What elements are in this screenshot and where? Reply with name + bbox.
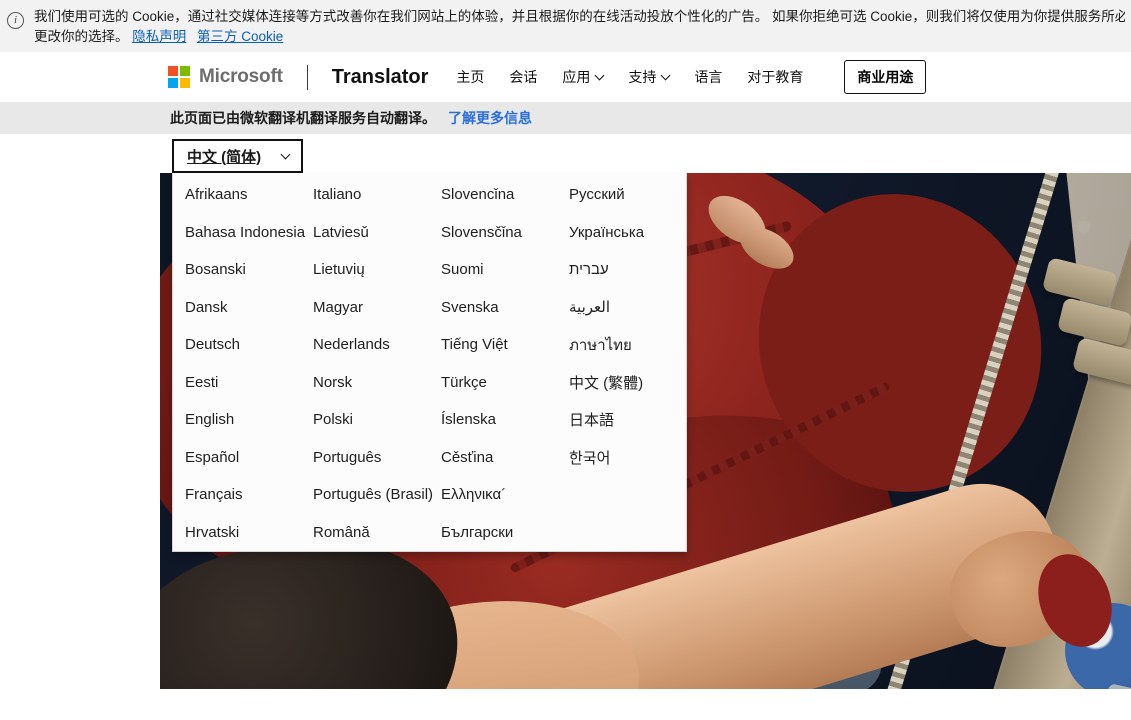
language-option[interactable]: Українська (557, 214, 685, 252)
language-option[interactable]: Nederlands (301, 326, 429, 364)
language-option[interactable]: Íslenska (429, 401, 557, 439)
chevron-down-icon (661, 71, 671, 81)
machine-translation-notice: 此页面已由微软翻译机翻译服务自动翻译。 了解更多信息 (0, 102, 1131, 134)
language-option[interactable]: Suomi (429, 251, 557, 289)
microsoft-wordmark: Microsoft (199, 66, 283, 88)
language-option[interactable]: Polski (301, 401, 429, 439)
nav-item-for-education[interactable]: 对于教育 (747, 67, 803, 87)
language-option[interactable]: Slovensčǐna (429, 214, 557, 252)
language-option[interactable]: English (173, 401, 301, 439)
language-option[interactable]: Dansk (173, 289, 301, 327)
hero-image: AfrikaansBahasa IndonesiaBosanskiDanskDe… (160, 173, 1131, 689)
info-icon: i (7, 12, 24, 29)
notice-text: 此页面已由微软翻译机翻译服务自动翻译。 (170, 108, 436, 128)
language-option[interactable]: Português (Brasil) (301, 476, 429, 514)
logo-square-green (180, 66, 190, 76)
logo-square-yellow (180, 78, 190, 88)
language-option[interactable]: Italiano (301, 176, 429, 214)
language-column-2: ItalianoLatviesǔLietuviųMagyarNederlands… (301, 176, 429, 551)
selected-language-label: 中文 (简体) (187, 146, 261, 167)
language-option[interactable]: Slovencǐna (429, 176, 557, 214)
language-option[interactable]: Română (301, 514, 429, 552)
nav-item-languages[interactable]: 语言 (694, 67, 722, 87)
microsoft-logo-icon (168, 66, 190, 88)
language-option[interactable]: Norsk (301, 364, 429, 402)
cookie-message-line1: 我们使用可选的 Cookie，通过社交媒体连接等方式改善你在我们网站上的体验，并… (34, 7, 1125, 27)
language-option[interactable]: 中文 (繁體) (557, 364, 685, 402)
language-selector-dropdown[interactable]: 中文 (简体) (172, 139, 303, 173)
language-option[interactable]: Ελληνικα´ (429, 476, 557, 514)
cookie-text: 我们使用可选的 Cookie，通过社交媒体连接等方式改善你在我们网站上的体验，并… (34, 7, 1125, 46)
language-option[interactable]: Cěsťina (429, 439, 557, 477)
chevron-down-icon (595, 71, 605, 81)
language-option[interactable]: Deutsch (173, 326, 301, 364)
language-option[interactable]: Tiếng Việt (429, 326, 557, 364)
nav-item-home[interactable]: 主页 (456, 67, 484, 87)
language-column-1: AfrikaansBahasa IndonesiaBosanskiDanskDe… (173, 176, 301, 551)
language-option[interactable]: Bahasa Indonesia (173, 214, 301, 252)
language-selector-row: 中文 (简体) (0, 134, 1131, 173)
cookie-message-line2: 更改你的选择。 (34, 29, 129, 44)
language-option[interactable]: Latviesǔ (301, 214, 429, 252)
business-use-button[interactable]: 商业用途 (844, 60, 926, 94)
language-option[interactable]: Eesti (173, 364, 301, 402)
language-option[interactable]: עברית (557, 251, 685, 289)
language-option[interactable]: Afrikaans (173, 176, 301, 214)
language-option[interactable]: Français (173, 476, 301, 514)
learn-more-link[interactable]: 了解更多信息 (448, 108, 532, 128)
chevron-down-icon (281, 150, 291, 160)
language-column-3: SlovencǐnaSlovensčǐnaSuomiSvenskaTiếng V… (429, 176, 557, 551)
language-option[interactable]: Lietuvių (301, 251, 429, 289)
language-option[interactable]: 日本語 (557, 401, 685, 439)
language-option[interactable]: Hrvatski (173, 514, 301, 552)
language-option[interactable]: Svenska (429, 289, 557, 327)
language-option[interactable]: Português (301, 439, 429, 477)
cookie-banner: i 我们使用可选的 Cookie，通过社交媒体连接等方式改善你在我们网站上的体验… (0, 0, 1131, 52)
app-title-translator[interactable]: Translator (332, 66, 429, 89)
language-option[interactable]: Български (429, 514, 557, 552)
language-option[interactable]: العربية (557, 289, 685, 327)
language-column-4: РусскийУкраїнськаעבריתالعربيةภาษาไทย中文 (… (557, 176, 685, 551)
privacy-statement-link[interactable]: 隐私声明 (132, 29, 186, 44)
top-navbar: Microsoft Translator 主页 会话 应用 支持 语言 对于教育 商业用途 (0, 52, 1131, 102)
nav-item-apps[interactable]: 应用 (562, 67, 603, 87)
third-party-cookie-link[interactable]: 第三方 Cookie (197, 29, 283, 44)
language-option[interactable]: ภาษาไทย (557, 326, 685, 364)
language-dropdown-menu: AfrikaansBahasa IndonesiaBosanskiDanskDe… (172, 173, 687, 552)
language-option[interactable]: Русский (557, 176, 685, 214)
language-option[interactable]: Türkçe (429, 364, 557, 402)
logo-square-blue (168, 78, 178, 88)
language-option[interactable]: 한국어 (557, 439, 685, 477)
nav-item-support[interactable]: 支持 (628, 67, 669, 87)
language-option[interactable]: Español (173, 439, 301, 477)
language-option[interactable]: Bosanski (173, 251, 301, 289)
nav-items: 主页 会话 应用 支持 语言 对于教育 (456, 67, 828, 87)
language-option[interactable]: Magyar (301, 289, 429, 327)
nav-divider (307, 65, 308, 90)
logo-square-red (168, 66, 178, 76)
nav-item-conversation[interactable]: 会话 (509, 67, 537, 87)
microsoft-logo[interactable]: Microsoft (168, 66, 283, 88)
